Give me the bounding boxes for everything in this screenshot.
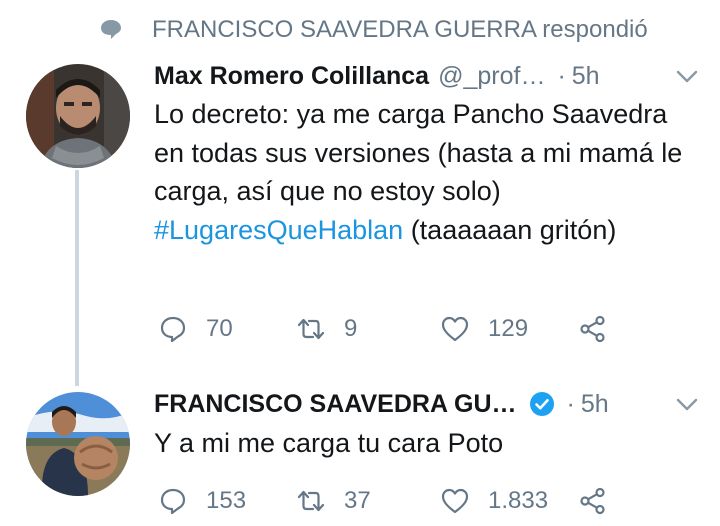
like-icon (441, 488, 469, 514)
chevron-down-icon[interactable] (675, 393, 699, 415)
like-button[interactable]: 129 (440, 312, 528, 346)
user-handle[interactable]: @_prof… (438, 62, 545, 91)
reply-icon (160, 316, 186, 343)
share-icon (580, 487, 605, 515)
separator-dot: · (566, 389, 575, 418)
chevron-down-icon[interactable] (675, 65, 699, 87)
tweet-text-part: (taaaaaan gritón) (403, 214, 617, 245)
like-button[interactable]: 1.833 (440, 484, 548, 518)
share-icon (580, 315, 605, 343)
display-name[interactable]: Max Romero Colillanca (154, 62, 429, 91)
reply-context-icon (100, 19, 122, 39)
share-button[interactable] (578, 312, 608, 346)
tweet-header: FRANCISCO SAAVEDRA GU… · 5h (154, 387, 699, 421)
reply-icon (160, 488, 186, 515)
timestamp[interactable]: 5h (572, 62, 600, 91)
retweet-icon (297, 318, 325, 340)
retweet-button[interactable]: 37 (296, 484, 371, 518)
tweet-header: Max Romero Colillanca @_prof… · 5h (154, 59, 699, 93)
share-button[interactable] (578, 484, 608, 518)
reply-button[interactable]: 153 (158, 484, 246, 518)
reply-context-text: FRANCISCO SAAVEDRA GUERRA respondió (152, 16, 648, 43)
like-count: 1.833 (488, 487, 549, 514)
separator-dot: · (557, 61, 566, 90)
retweet-button[interactable]: 9 (296, 312, 357, 346)
retweet-icon (297, 490, 325, 512)
tweet-text: Lo decreto: ya me carga Pancho Saavedra … (154, 95, 684, 249)
reply-button[interactable]: 70 (158, 312, 233, 346)
reply-count: 70 (206, 315, 233, 342)
like-count: 129 (488, 315, 529, 342)
avatar[interactable] (26, 64, 130, 168)
tweet-text-part: Lo decreto: ya me carga Pancho Saavedra … (154, 99, 683, 206)
tweet-actions: 70 9 129 (158, 312, 618, 346)
display-name[interactable]: FRANCISCO SAAVEDRA GU… (154, 390, 517, 419)
hashtag-link[interactable]: #LugaresQueHablan (154, 215, 403, 245)
like-icon (441, 316, 469, 342)
retweet-count: 9 (344, 315, 358, 342)
verified-badge-icon (529, 391, 555, 417)
thread-line (75, 170, 79, 386)
reply-count: 153 (206, 487, 247, 514)
avatar[interactable] (26, 392, 130, 496)
retweet-count: 37 (344, 487, 371, 514)
tweet-text: Y a mi me carga tu cara Poto (154, 428, 504, 458)
timestamp[interactable]: 5h (581, 390, 609, 419)
tweet-actions: 153 37 1.833 (158, 484, 618, 518)
